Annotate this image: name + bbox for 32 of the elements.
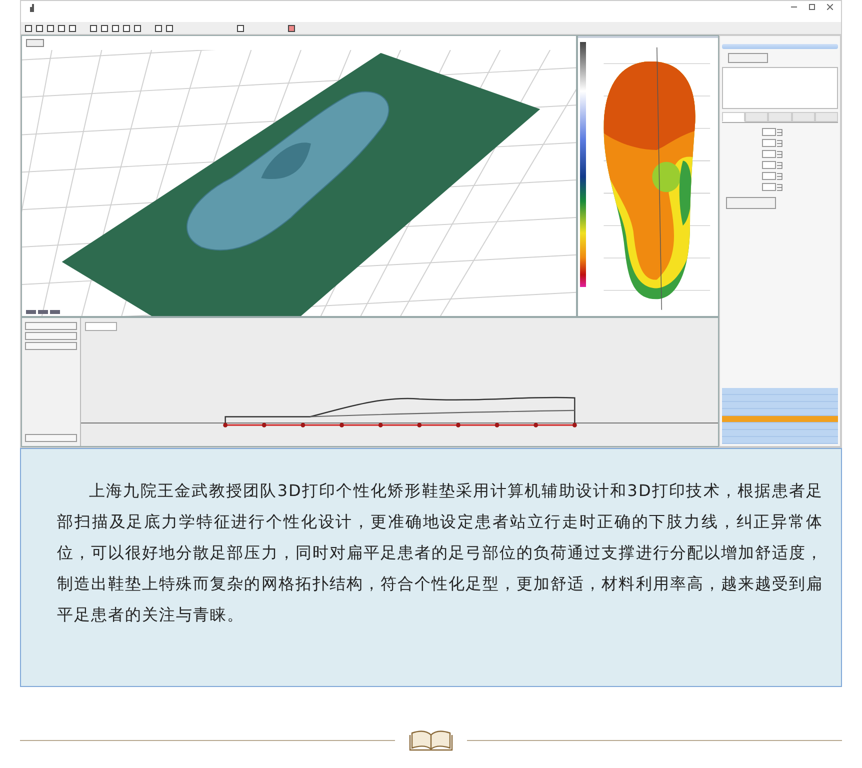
number-field[interactable] (762, 172, 776, 180)
toolbar-button[interactable] (25, 332, 77, 340)
number-field[interactable] (762, 128, 776, 136)
view-tab[interactable] (26, 39, 44, 47)
number-field[interactable] (762, 161, 776, 169)
spinner-icon[interactable] (777, 172, 783, 180)
app-icon (29, 2, 37, 12)
maximize-icon[interactable] (809, 4, 815, 10)
article-paragraph: 上海九院王金武教授团队3D打印个性化矫形鞋垫采用计算机辅助设计和3D打印技术，根据患者足部扫描及足底力学特征进行个性化设计，更准确地设定患者站立行走时正确的下肢力线，纠正异常体位，可以很好地分散足部压力，同时对扁平足患者的足弓部位的负荷通过支撑进行分配以增加舒适度，制造出鞋垫上特殊而复杂的网格拓扑结构，符合个性化足型，更加舒适，材料利用率高，越来越受到扁平足患者的关注与青睐。 (57, 480, 823, 626)
toolbar-button[interactable] (726, 197, 776, 209)
spinner-icon[interactable] (777, 128, 783, 136)
search-field[interactable] (722, 44, 838, 49)
tool-icon[interactable] (288, 24, 295, 32)
text-area[interactable] (722, 67, 838, 109)
toolbar-button[interactable] (728, 53, 768, 63)
close-icon[interactable] (827, 4, 833, 10)
panel-tab[interactable] (814, 112, 838, 122)
minimize-icon[interactable] (791, 4, 797, 10)
number-field[interactable] (762, 150, 776, 158)
spinner-icon[interactable] (777, 150, 783, 158)
open-book-icon (409, 729, 453, 751)
toolbar-button[interactable] (25, 322, 77, 330)
toolbar-button[interactable] (25, 434, 77, 442)
spinner-icon[interactable] (777, 184, 783, 190)
spinner-icon[interactable] (777, 140, 783, 146)
chart-tab[interactable] (85, 322, 117, 331)
panel-tab[interactable] (722, 112, 746, 122)
tool-icon[interactable] (237, 24, 244, 32)
toolbar-button[interactable] (25, 342, 77, 350)
spinner-icon[interactable] (777, 162, 783, 168)
number-field[interactable] (762, 139, 776, 147)
number-field[interactable] (762, 183, 776, 191)
